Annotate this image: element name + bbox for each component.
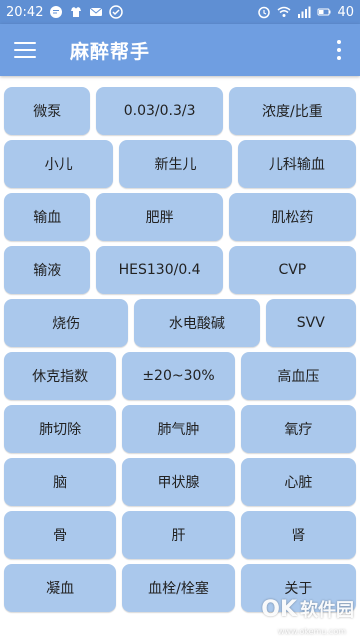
calculator-grid: 微泵 0.03/0.3/3 浓度/比重 小儿 新生儿 儿科输血 输血 肥胖 肌松… (0, 82, 360, 640)
grid-button-liver[interactable]: 肝 (122, 511, 235, 559)
grid-button-pump[interactable]: 微泵 (4, 87, 91, 135)
grid-row: 微泵 0.03/0.3/3 浓度/比重 (4, 87, 356, 135)
grid-button-cvp[interactable]: CVP (228, 246, 356, 294)
alarm-icon (258, 6, 271, 19)
grid-button-neonate[interactable]: 新生儿 (119, 140, 232, 188)
grid-button-about[interactable]: 关于 (240, 564, 357, 612)
check-icon (109, 5, 124, 19)
status-time: 20:42 (6, 4, 44, 20)
grid-row: 脑 甲状腺 心脏 (4, 458, 357, 506)
grid-row: 凝血 血栓/栓塞 关于 (4, 564, 357, 612)
wifi-icon (277, 6, 291, 17)
watermark-url: www.okemu.com (277, 627, 346, 636)
grid-button-shock-index[interactable]: 休克指数 (4, 352, 117, 400)
grid-button-brain[interactable]: 脑 (4, 458, 117, 506)
grid-button-transfusion[interactable]: 输血 (4, 193, 91, 241)
grid-row: 输液 HES130/0.4 CVP (4, 246, 356, 294)
shirt-icon (71, 7, 82, 17)
grid-button-thrombosis[interactable]: 血栓/栓塞 (122, 564, 235, 612)
grid-button-muscle-relaxant[interactable]: 肌松药 (228, 193, 356, 241)
status-bar: 20:42 40 (0, 0, 360, 24)
grid-button-kidney[interactable]: 肾 (240, 511, 357, 559)
grid-row: 小儿 新生儿 儿科输血 (4, 140, 356, 188)
grid-button-hypertension[interactable]: 高血压 (240, 352, 357, 400)
grid-button-pediatric[interactable]: 小儿 (4, 140, 114, 188)
grid-button-emphysema[interactable]: 肺气肿 (122, 405, 235, 453)
battery-icon (317, 8, 331, 16)
grid-button-lung-resection[interactable]: 肺切除 (4, 405, 117, 453)
grid-button-burn[interactable]: 烧伤 (4, 299, 129, 347)
more-options-icon[interactable] (336, 40, 342, 60)
grid-button-electrolyte[interactable]: 水电酸碱 (134, 299, 260, 347)
grid-button-pediatric-transfusion[interactable]: 儿科输血 (237, 140, 356, 188)
grid-button-obesity[interactable]: 肥胖 (96, 193, 223, 241)
grid-button-oxygen-therapy[interactable]: 氧疗 (240, 405, 357, 453)
battery-level: 40 (337, 4, 354, 20)
grid-button-hes[interactable]: HES130/0.4 (96, 246, 223, 294)
grid-row: 休克指数 ±20~30% 高血压 (4, 352, 357, 400)
grid-button-concentration[interactable]: 浓度/比重 (228, 87, 356, 135)
app-bar: 麻醉帮手 (0, 24, 360, 76)
grid-button-svv[interactable]: SVV (265, 299, 356, 347)
grid-button-heart[interactable]: 心脏 (240, 458, 357, 506)
signal-icon (298, 6, 311, 18)
grid-button-coagulation[interactable]: 凝血 (4, 564, 117, 612)
grid-button-thyroid[interactable]: 甲状腺 (122, 458, 235, 506)
grid-row: 输血 肥胖 肌松药 (4, 193, 356, 241)
menu-icon[interactable] (14, 42, 36, 58)
app-title: 麻醉帮手 (70, 40, 151, 63)
grid-row: 骨 肝 肾 (4, 511, 357, 559)
grid-button-percentage[interactable]: ±20~30% (122, 352, 235, 400)
grid-row: 肺切除 肺气肿 氧疗 (4, 405, 357, 453)
grid-button-dilution[interactable]: 0.03/0.3/3 (96, 87, 223, 135)
grid-button-bone[interactable]: 骨 (4, 511, 117, 559)
message-icon (50, 6, 63, 18)
mail-icon (90, 7, 103, 16)
grid-button-infusion[interactable]: 输液 (4, 246, 91, 294)
grid-row: 烧伤 水电酸碱 SVV (4, 299, 356, 347)
